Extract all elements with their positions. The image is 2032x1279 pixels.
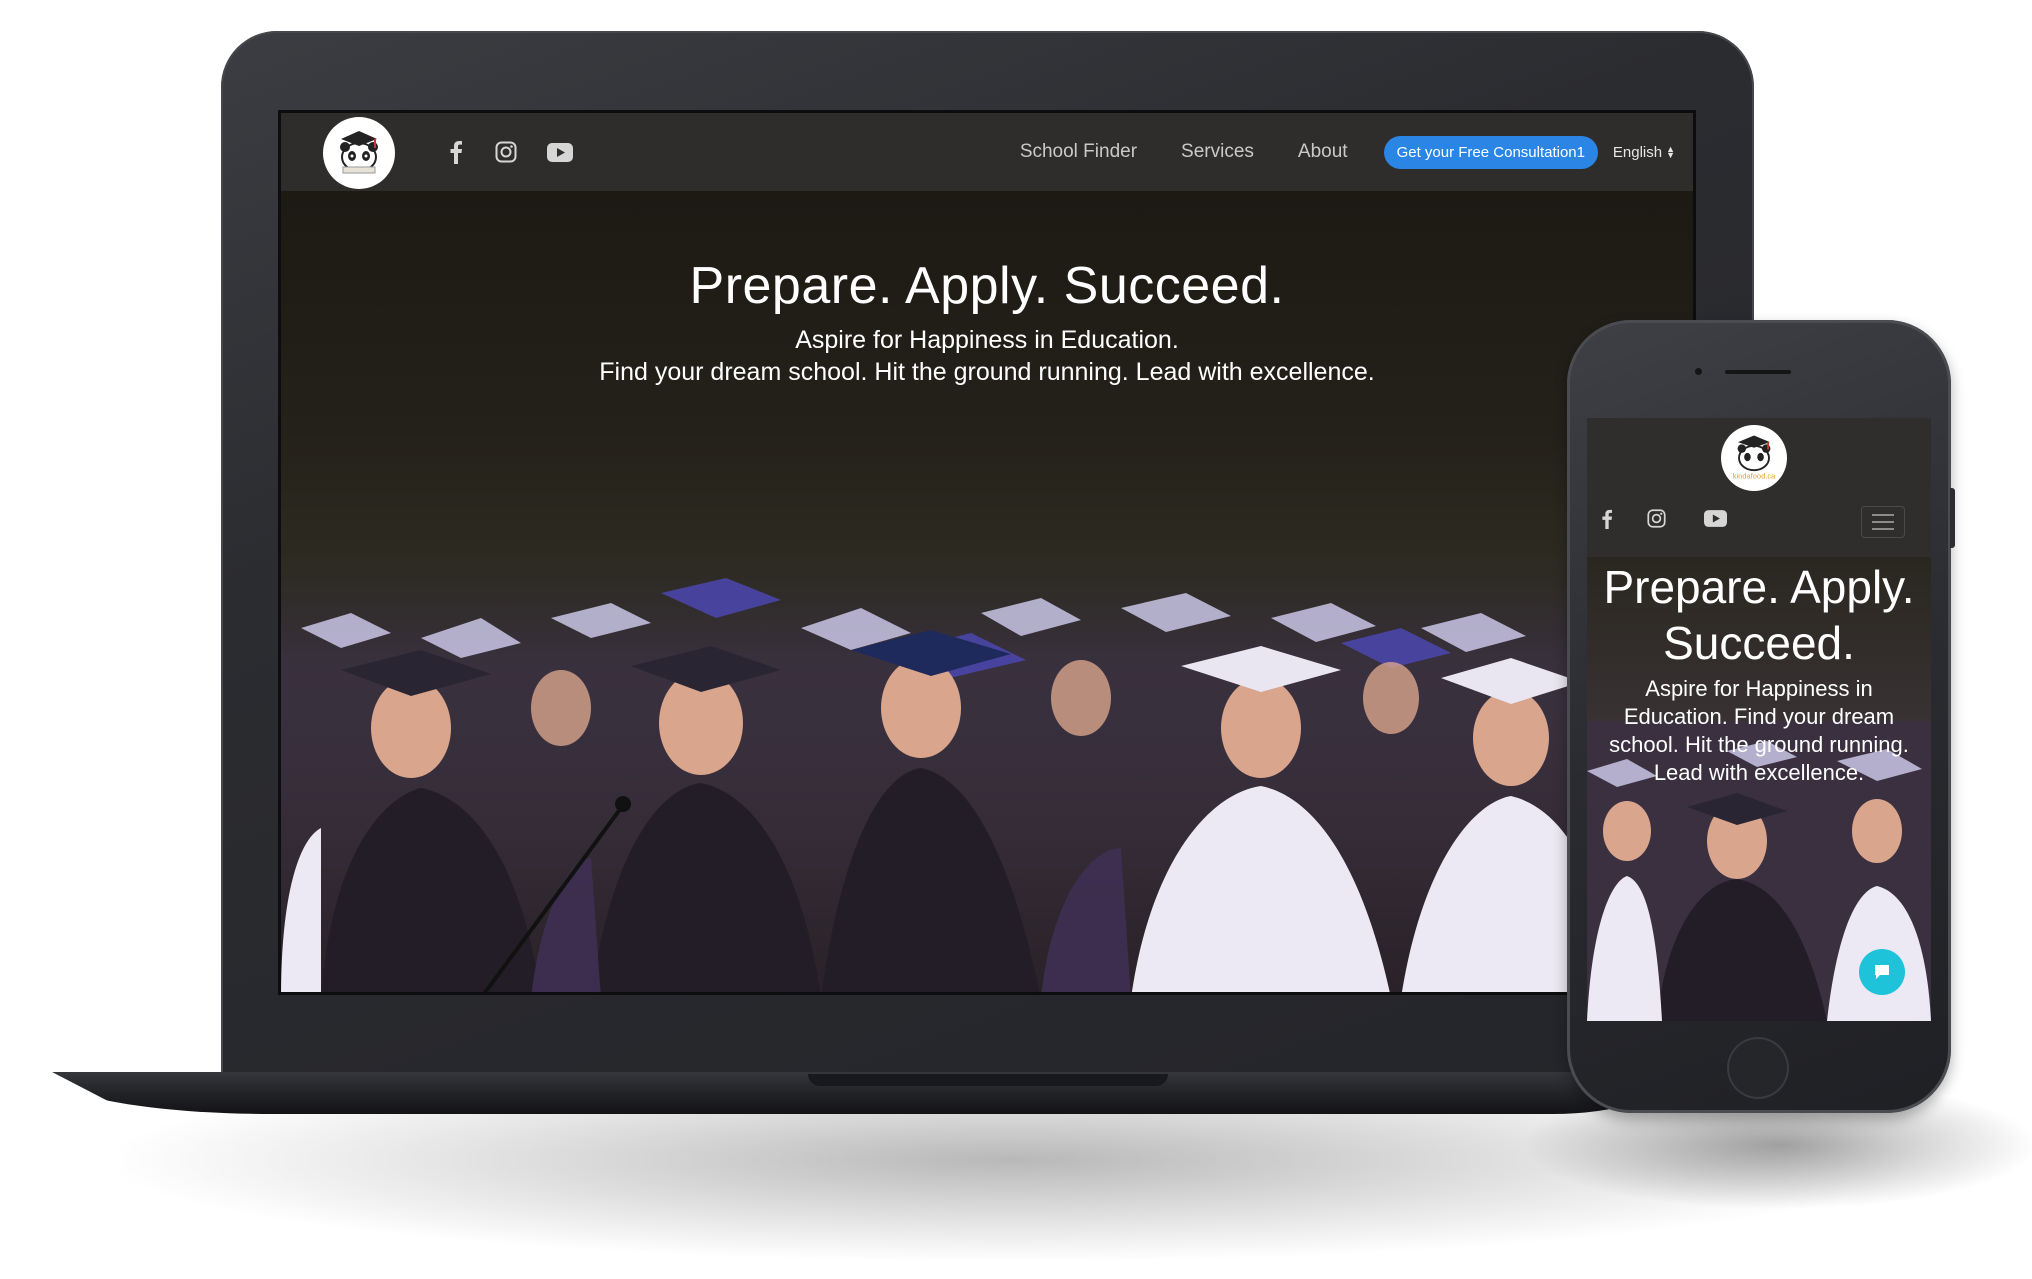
phone-speaker xyxy=(1725,370,1791,374)
mobile-site-logo[interactable]: kindafood.ca xyxy=(1721,425,1787,491)
mobile-hero-section: Prepare. Apply. Succeed. Aspire for Happ… xyxy=(1587,557,1931,1021)
laptop-notch xyxy=(808,1074,1168,1086)
youtube-icon[interactable] xyxy=(547,142,573,162)
hamburger-icon-line xyxy=(1872,521,1894,523)
free-consultation-button[interactable]: Get your Free Consultation1 xyxy=(1383,135,1598,169)
mobile-hero-subtitle: Aspire for Happiness in Education. Find … xyxy=(1609,676,1909,785)
hero-text: Prepare. Apply. Succeed. Aspire for Happ… xyxy=(281,256,1693,388)
panda-graduate-logo-icon: kindafood.ca xyxy=(1733,435,1776,481)
graduates-photo xyxy=(281,558,1693,992)
nav-about[interactable]: About xyxy=(1298,141,1348,163)
site-logo[interactable] xyxy=(323,117,395,189)
hamburger-icon-line xyxy=(1872,528,1894,530)
hero-subtitle-line-2: Find your dream school. Hit the ground r… xyxy=(599,358,1375,386)
facebook-icon[interactable] xyxy=(1601,509,1613,534)
phone-camera xyxy=(1695,368,1702,375)
laptop-screen: School Finder Services About Get your Fr… xyxy=(278,110,1696,995)
hamburger-menu-button[interactable] xyxy=(1861,506,1905,538)
svg-text:kindafood.ca: kindafood.ca xyxy=(1733,472,1776,481)
nav-services[interactable]: Services xyxy=(1181,141,1254,163)
mobile-hero-text: Prepare. Apply. Succeed. Aspire for Happ… xyxy=(1593,559,1925,787)
phone-side-button xyxy=(1950,488,1955,548)
nav-links: School Finder Services About Get your Fr… xyxy=(1020,113,1598,191)
chat-icon xyxy=(1875,965,1889,979)
phone-home-button xyxy=(1727,1037,1789,1099)
language-select[interactable]: English ▲ ▼ xyxy=(1613,113,1675,191)
mobile-hero-title: Prepare. Apply. Succeed. xyxy=(1603,561,1915,669)
mobile-social-links xyxy=(1601,504,1727,538)
panda-graduate-logo-icon xyxy=(340,131,378,174)
language-label: English xyxy=(1612,143,1663,161)
sort-arrows-icon: ▲ ▼ xyxy=(1666,144,1675,160)
hero-section: Prepare. Apply. Succeed. Aspire for Happ… xyxy=(281,191,1693,992)
mobile-navbar: kindafood.ca xyxy=(1587,418,1931,557)
youtube-icon[interactable] xyxy=(1704,510,1727,532)
chat-button[interactable] xyxy=(1859,949,1905,995)
social-links xyxy=(449,113,573,191)
instagram-icon[interactable] xyxy=(1647,509,1666,533)
phone-screen: kindafood.ca Prepare. Apply. Succeed. As… xyxy=(1587,418,1931,1021)
hero-title: Prepare. Apply. Succeed. xyxy=(689,257,1285,315)
phone-frame: kindafood.ca Prepare. Apply. Succeed. As… xyxy=(1567,320,1955,1113)
hamburger-icon xyxy=(1872,514,1894,516)
facebook-icon[interactable] xyxy=(449,140,463,164)
navbar: School Finder Services About Get your Fr… xyxy=(281,113,1693,191)
instagram-icon[interactable] xyxy=(495,141,517,163)
hero-subtitle-line-1: Aspire for Happiness in Education. xyxy=(795,326,1179,354)
nav-school-finder[interactable]: School Finder xyxy=(1020,141,1137,163)
